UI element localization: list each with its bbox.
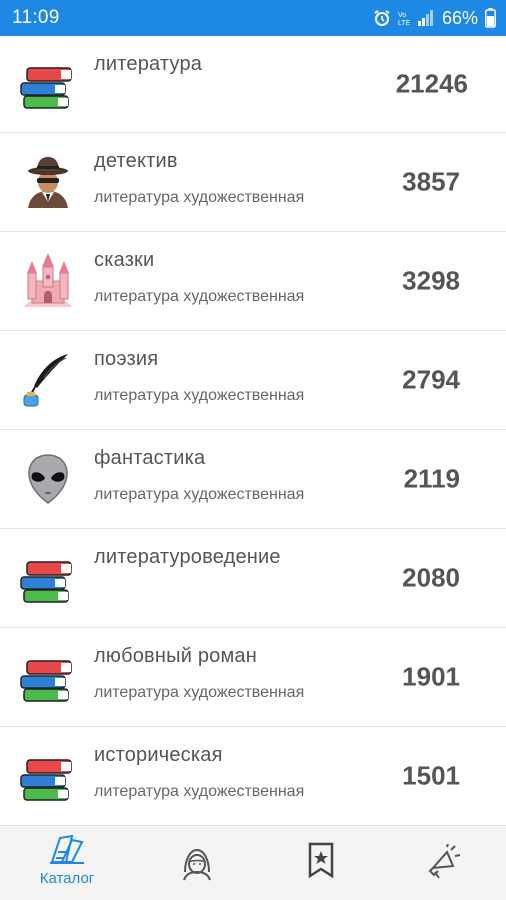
row-subtitle: литература художественная [94,684,305,701]
bookmark-star-icon [308,842,334,879]
list-item[interactable]: литературоведение 2080 [0,529,506,628]
row-title: литературоведение [94,546,281,568]
svg-text:LTE: LTE [398,20,410,27]
list-item[interactable]: сказки литература художественная 3298 [0,232,506,331]
row-title: поэзия [94,348,159,370]
row-subtitle: литература художественная [94,783,305,800]
row-subtitle: литература художественная [94,387,305,404]
svg-text:Vo: Vo [398,12,406,19]
row-title: детектив [94,150,178,172]
nav-authors[interactable] [134,826,260,900]
row-count: 1901 [402,661,460,692]
nav-catalog-label: Каталог [39,870,95,887]
volte-icon: VoLTE [398,12,410,27]
battery-percent: 66% [441,7,478,28]
row-subtitle: литература художественная [94,288,305,305]
quill-ink-icon [23,354,68,407]
castle-icon [24,253,72,307]
row-count: 2794 [402,364,460,395]
list-item[interactable]: детектив литература художественная 3857 [0,133,506,232]
author-face-icon [183,848,211,881]
list-item[interactable]: историческая литература художественная 1… [0,727,506,826]
books-icon [20,561,72,603]
list-item[interactable]: фантастика литература художественная 211… [0,430,506,529]
alarm-icon [374,10,390,26]
row-count: 2080 [402,562,460,593]
row-subtitle: литература художественная [94,486,305,503]
list-item[interactable]: любовный роман литература художественная… [0,628,506,727]
row-count: 3298 [402,265,460,296]
row-count: 2119 [403,463,460,494]
status-bar: 11:09 Vo LTE 66% [0,0,506,36]
status-time: 11:09 [12,7,60,28]
row-title: историческая [94,744,223,766]
bottom-navigation: Каталог [0,826,506,900]
nav-bookmarks[interactable] [258,826,384,900]
row-count: 3857 [402,166,460,197]
status-icons: Vo LTE 66% [373,8,496,29]
alien-icon [28,454,68,504]
category-list: литература 21246 детектив литература худ… [0,36,506,826]
row-title: любовный роман [94,645,257,667]
signal-icon [417,10,433,26]
row-count: 21246 [395,68,468,99]
nav-news[interactable] [380,826,506,900]
books-icon [20,660,72,702]
nav-catalog[interactable]: Каталог [4,826,130,900]
megaphone-icon [428,844,461,879]
books-icon [20,759,72,801]
books-icon [20,67,72,109]
list-item[interactable]: литература 21246 [0,36,506,133]
catalog-icon [50,834,84,864]
row-title: сказки [94,249,155,271]
row-count: 1501 [402,760,460,791]
row-subtitle: литература художественная [94,189,305,206]
row-title: фантастика [94,447,206,469]
battery-icon [485,8,496,28]
list-item[interactable]: поэзия литература художественная 2794 [0,331,506,430]
detective-icon [28,157,68,208]
row-title: литература [94,53,203,75]
